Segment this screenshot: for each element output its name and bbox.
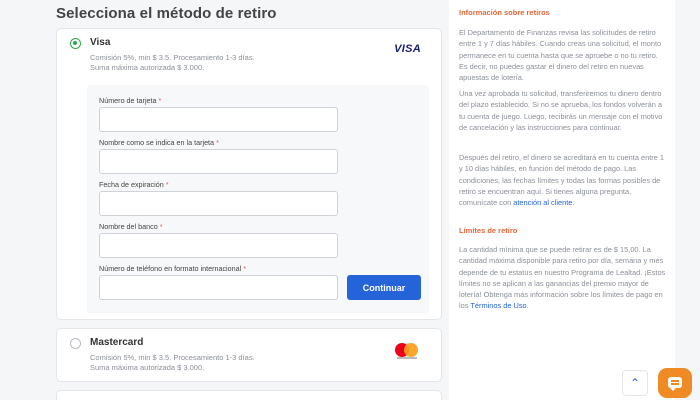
- mastercard-icon: [395, 343, 419, 361]
- method-name-visa: Visa: [90, 37, 111, 48]
- card-number-input[interactable]: [99, 107, 338, 132]
- terms-link[interactable]: Términos de Uso: [470, 301, 526, 310]
- continue-button[interactable]: Continuar: [347, 275, 421, 300]
- info-paragraph-1: El Departamento de Finanzas revisa las s…: [459, 28, 662, 83]
- expiry-date-label: Fecha de expiración *: [99, 180, 169, 189]
- method-desc-mastercard-line2: Suma máxima autorizada $ 3.000.: [90, 363, 205, 372]
- page-title: Selecciona el método de retiro: [56, 5, 277, 22]
- method-card-mastercard[interactable]: Mastercard Comisión 5%, min $ 3.5. Proce…: [56, 328, 442, 382]
- info-sidebar: Información sobre retiros El Departament…: [449, 0, 675, 400]
- visa-radio[interactable]: [70, 38, 81, 49]
- info-paragraph-3: Después del retiro, el dinero se acredit…: [459, 153, 665, 208]
- method-card-next[interactable]: [56, 390, 442, 400]
- card-details-form: Número de tarjeta * Nombre como se indic…: [87, 85, 429, 313]
- visa-logo: VISA: [394, 43, 421, 55]
- info-paragraph-2: Una vez aprobada tu solicitud, transferi…: [459, 89, 663, 132]
- cardholder-name-label: Nombre como se indica en la tarjeta *: [99, 138, 219, 147]
- limits-section-title: Límites de retiro: [459, 226, 518, 235]
- info-section-title: Información sobre retiros: [459, 8, 550, 17]
- method-desc-visa-line1: Comisión 5%, min $ 3.5. Procesamiento 1-…: [90, 53, 255, 62]
- chat-button[interactable]: [658, 368, 692, 398]
- method-card-visa[interactable]: Visa Comisión 5%, min $ 3.5. Procesamien…: [56, 28, 442, 320]
- bank-name-input[interactable]: [99, 233, 338, 258]
- cardholder-name-input[interactable]: [99, 149, 338, 174]
- withdrawal-methods-panel: Selecciona el método de retiro Visa Comi…: [56, 0, 442, 400]
- card-number-label: Número de tarjeta *: [99, 96, 162, 105]
- method-desc-visa-line2: Suma máxima autorizada $ 3.000.: [90, 63, 205, 72]
- expiry-date-input[interactable]: [99, 191, 338, 216]
- phone-number-label: Número de teléfono en formato internacio…: [99, 264, 247, 273]
- phone-number-input[interactable]: [99, 275, 338, 300]
- chat-icon: [668, 377, 682, 391]
- method-name-mastercard: Mastercard: [90, 337, 144, 348]
- mastercard-radio[interactable]: [70, 338, 81, 349]
- limits-paragraph: La cantidad mínima que se puede retirar …: [459, 245, 666, 311]
- bank-name-label: Nombre del banco *: [99, 222, 163, 231]
- chevron-up-icon[interactable]: ⌃: [622, 370, 648, 396]
- support-link[interactable]: atención al cliente: [513, 198, 572, 207]
- method-desc-mastercard-line1: Comisión 5%, min $ 3.5. Procesamiento 1-…: [90, 353, 255, 362]
